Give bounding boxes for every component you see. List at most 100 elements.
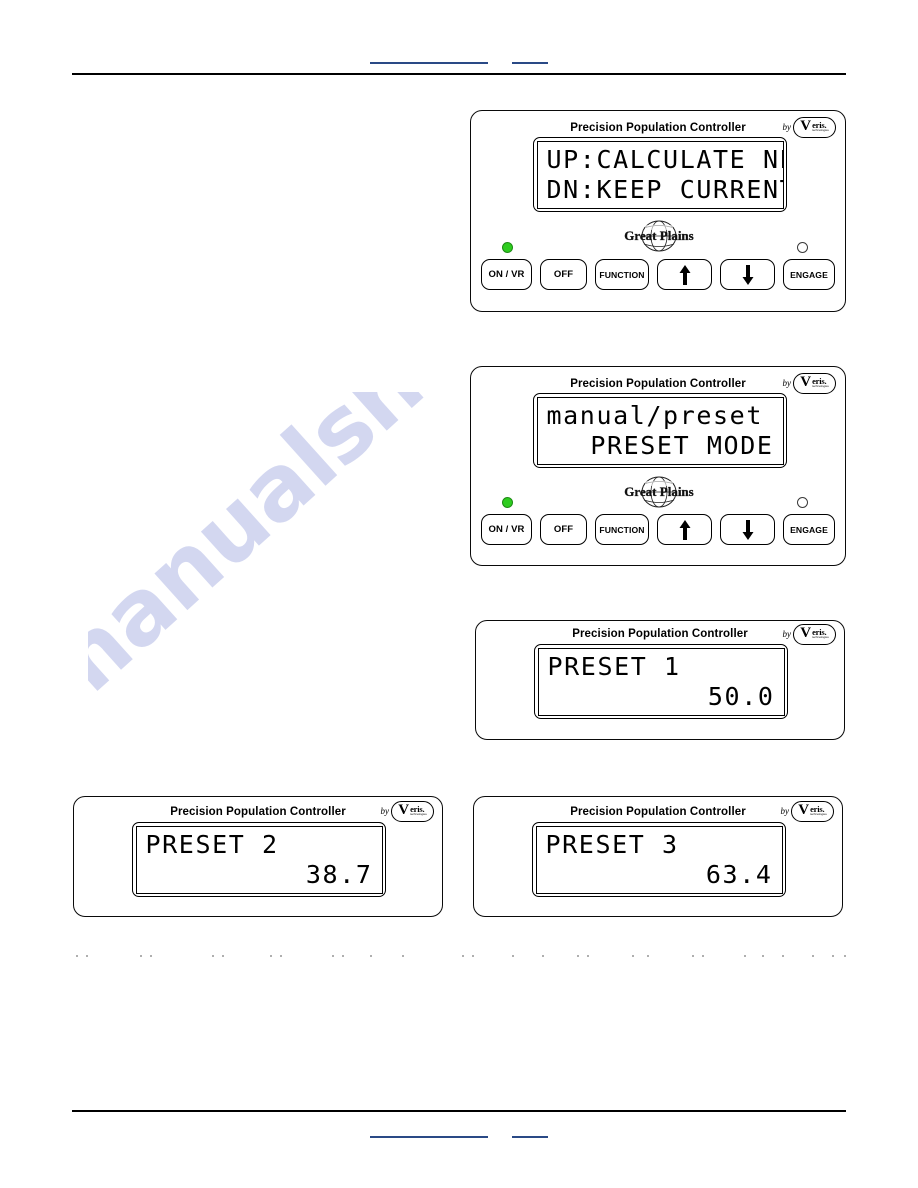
lcd-display: UP:CALCULATE NEW DN:KEEP CURRENT <box>533 137 787 212</box>
veris-v-icon: V <box>800 625 812 641</box>
engage-led-off <box>797 242 808 253</box>
footer-link-secondary[interactable] <box>512 1125 548 1138</box>
panel-preset-2: Precision Population Controller by V eri… <box>73 796 443 917</box>
lcd-line-2: DN:KEEP CURRENT <box>546 174 784 204</box>
veris-logo: by V eris. technologies <box>780 801 834 822</box>
veris-logo: by V eris. technologies <box>782 117 836 138</box>
speckle-dot <box>702 955 704 957</box>
panel-preset-mode: Precision Population Controller by V eri… <box>470 366 846 566</box>
panel-calculate-new: Precision Population Controller by V eri… <box>470 110 846 312</box>
speckle-dot <box>587 955 589 957</box>
lcd-line-1: PRESET 1 <box>547 651 681 681</box>
speckle-dot <box>472 955 474 957</box>
veris-v-icon: V <box>800 118 812 134</box>
panel-preset-3: Precision Population Controller by V eri… <box>473 796 843 917</box>
svg-text:Great Plains: Great Plains <box>624 484 693 499</box>
veris-tagline: technologies <box>812 635 829 640</box>
veris-tagline: technologies <box>812 384 829 389</box>
lcd-display: PRESET 2 38.7 <box>132 822 386 897</box>
speckle-dot <box>462 955 464 957</box>
veris-badge: V eris. technologies <box>391 801 434 822</box>
speckle-dot <box>577 955 579 957</box>
arrow-up-icon <box>679 519 690 540</box>
speckle-dot <box>270 955 272 957</box>
lcd-line-1: manual/preset <box>546 400 763 430</box>
engage-button[interactable]: ENGAGE <box>783 514 835 545</box>
veris-v-icon: V <box>798 802 810 818</box>
speckle-dot <box>76 955 78 957</box>
veris-by-label: by <box>782 629 792 639</box>
down-arrow-button[interactable] <box>720 259 775 290</box>
off-button[interactable]: OFF <box>540 514 587 545</box>
off-button[interactable]: OFF <box>540 259 587 290</box>
lcd-display: PRESET 3 63.4 <box>532 822 786 897</box>
speckle-dot <box>332 955 334 957</box>
speckle-dot <box>212 955 214 957</box>
arrow-down-icon <box>742 519 753 540</box>
speckle-dot <box>844 955 846 957</box>
speckle-dot <box>542 955 544 957</box>
footer-rule <box>72 1110 846 1112</box>
speckle-dot <box>692 955 694 957</box>
speckle-dot <box>632 955 634 957</box>
veris-v-icon: V <box>398 802 410 818</box>
speckle-dot <box>222 955 224 957</box>
veris-badge: V eris. technologies <box>793 117 836 138</box>
down-arrow-button[interactable] <box>720 514 775 545</box>
veris-v-icon: V <box>800 374 812 390</box>
engage-led-off <box>797 497 808 508</box>
function-button[interactable]: FUNCTION <box>595 259 649 290</box>
speckle-dot <box>762 955 764 957</box>
speckle-dot <box>812 955 814 957</box>
great-plains-logo-icon: Great Plains <box>611 219 707 253</box>
great-plains-logo-icon: Great Plains <box>611 475 707 509</box>
caption-remnant-speckles <box>72 955 846 959</box>
speckle-dot <box>647 955 649 957</box>
lcd-line-1: PRESET 3 <box>545 829 679 859</box>
lcd-line-1: UP:CALCULATE NEW <box>546 144 783 174</box>
lcd-line-1: PRESET 2 <box>145 829 279 859</box>
speckle-dot <box>280 955 282 957</box>
button-row: ON / VR OFF FUNCTION ENGAGE <box>481 514 835 545</box>
engage-button[interactable]: ENGAGE <box>783 259 835 290</box>
veris-by-label: by <box>780 806 790 816</box>
veris-logo: by V eris. technologies <box>782 373 836 394</box>
power-led-on <box>502 497 513 508</box>
function-button[interactable]: FUNCTION <box>595 514 649 545</box>
header-link-row <box>0 50 918 64</box>
arrow-up-icon <box>679 264 690 285</box>
speckle-dot <box>150 955 152 957</box>
svg-text:Great Plains: Great Plains <box>624 228 693 243</box>
header-link-secondary[interactable] <box>512 51 548 64</box>
speckle-dot <box>86 955 88 957</box>
lcd-display: manual/preset PRESET MODE <box>533 393 787 468</box>
speckle-dot <box>370 955 372 957</box>
up-arrow-button[interactable] <box>657 514 712 545</box>
power-led-on <box>502 242 513 253</box>
speckle-dot <box>402 955 404 957</box>
veris-badge: V eris. technologies <box>793 624 836 645</box>
veris-by-label: by <box>380 806 390 816</box>
speckle-dot <box>512 955 514 957</box>
veris-by-label: by <box>782 122 792 132</box>
veris-badge: V eris. technologies <box>791 801 834 822</box>
header-rule <box>72 73 846 75</box>
footer-link-row <box>0 1124 918 1138</box>
speckle-dot <box>140 955 142 957</box>
lcd-line-2: PRESET MODE <box>590 430 774 460</box>
on-vr-button[interactable]: ON / VR <box>481 514 532 545</box>
lcd-line-2: 63.4 <box>705 859 773 889</box>
header-link-primary[interactable] <box>370 51 488 64</box>
veris-by-label: by <box>782 378 792 388</box>
speckle-dot <box>744 955 746 957</box>
lcd-line-2: 38.7 <box>305 859 373 889</box>
button-row: ON / VR OFF FUNCTION ENGAGE <box>481 259 835 290</box>
veris-tagline: technologies <box>812 128 829 133</box>
veris-tagline: technologies <box>810 812 827 817</box>
veris-badge: V eris. technologies <box>793 373 836 394</box>
up-arrow-button[interactable] <box>657 259 712 290</box>
lcd-line-2: 50.0 <box>707 681 775 711</box>
footer-link-primary[interactable] <box>370 1125 488 1138</box>
speckle-dot <box>832 955 834 957</box>
on-vr-button[interactable]: ON / VR <box>481 259 532 290</box>
